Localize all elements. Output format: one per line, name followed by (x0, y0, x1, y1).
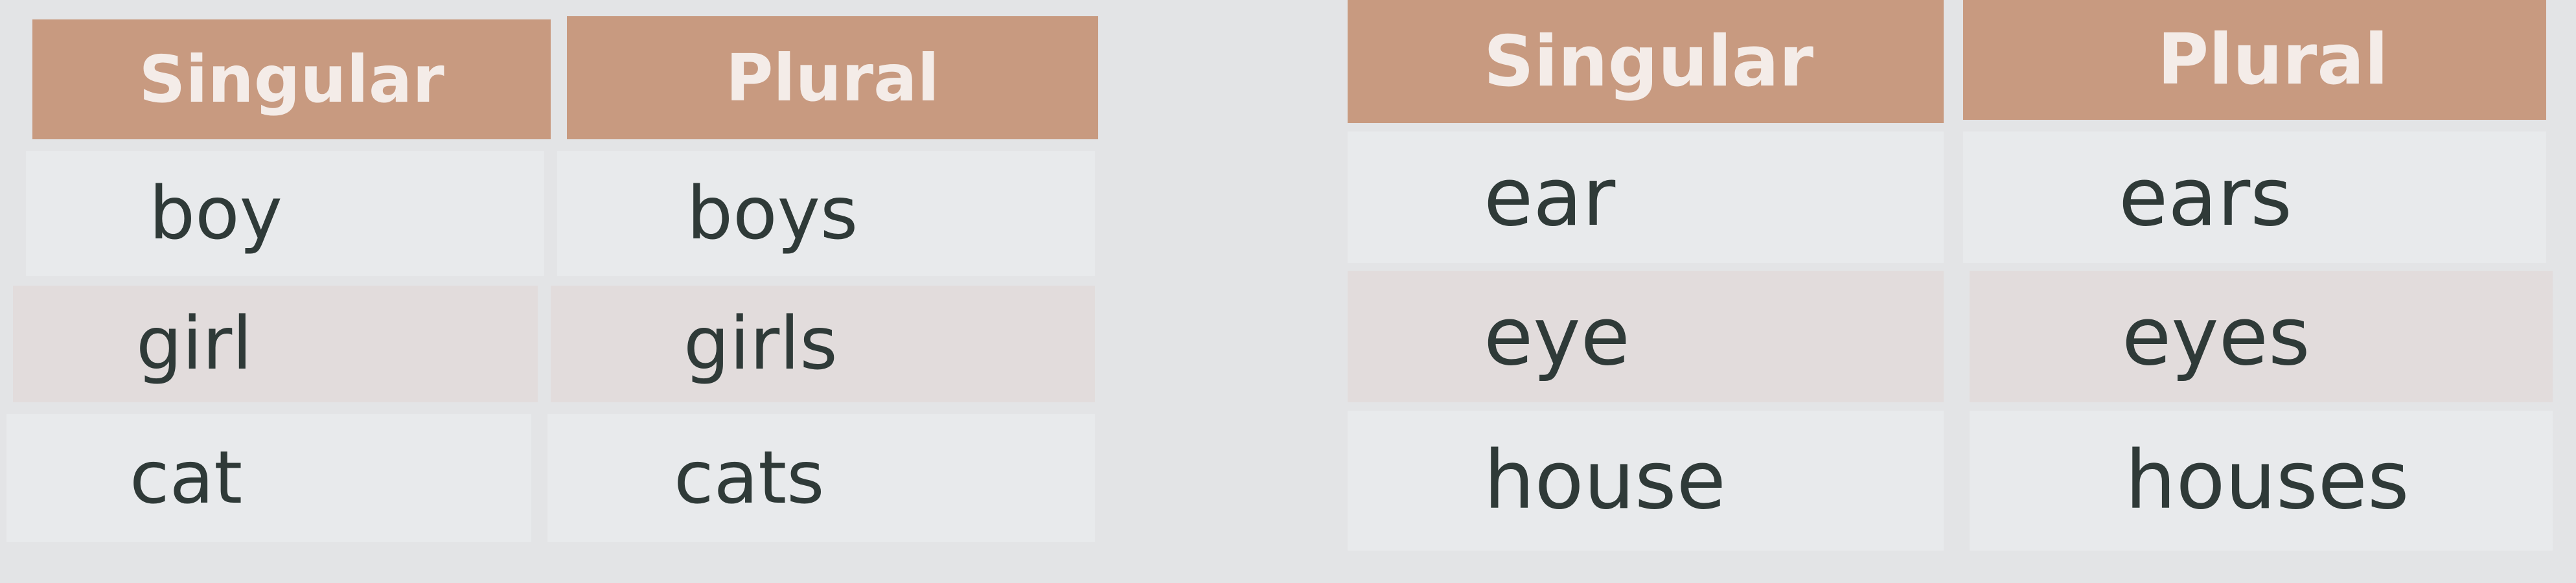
cell-plural: boys (557, 151, 1095, 276)
header-plural: Plural (567, 16, 1098, 139)
cell-plural: girls (551, 286, 1095, 402)
cell-singular: eye (1348, 271, 1944, 402)
cell-plural: houses (1970, 411, 2553, 551)
cell-plural: cats (547, 414, 1095, 542)
cell-singular: boy (26, 151, 544, 276)
cell-plural: ears (1963, 131, 2546, 263)
header-singular: Singular (1348, 0, 1944, 123)
cell-singular: cat (6, 414, 531, 542)
cell-singular: ear (1348, 131, 1944, 263)
cell-singular: house (1348, 411, 1944, 551)
cell-plural: eyes (1970, 271, 2553, 402)
header-plural: Plural (1963, 0, 2546, 120)
header-singular: Singular (32, 19, 551, 139)
cell-singular: girl (13, 286, 538, 402)
